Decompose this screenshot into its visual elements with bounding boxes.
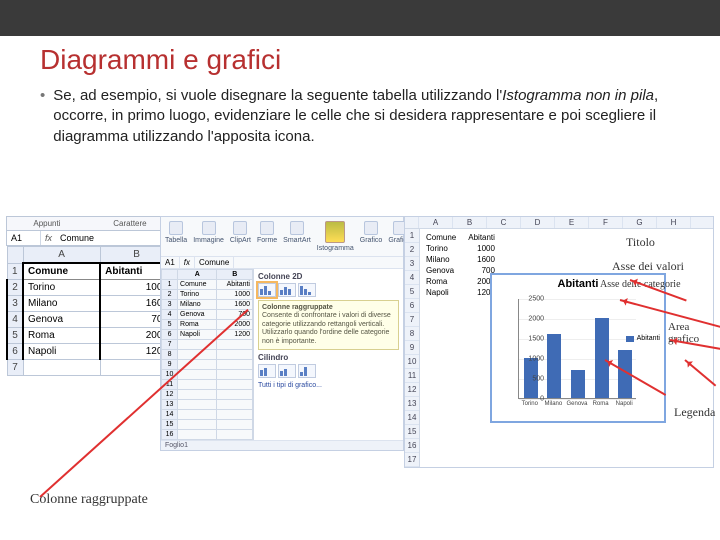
- annotation-asse-valori: Asse dei valori: [612, 259, 684, 274]
- annotation-colonne-raggruppate: Colonne raggruppate: [30, 492, 148, 508]
- thumb-option[interactable]: [278, 364, 296, 378]
- name-box[interactable]: A1: [7, 231, 41, 245]
- formula-bar-small: A1 fx Comune: [161, 257, 403, 269]
- formula-bar: A1 fx Comune: [6, 231, 174, 246]
- chart-icon: [325, 221, 345, 243]
- ribbon-item[interactable]: Immagine: [193, 221, 224, 252]
- arrow-icon: [684, 359, 716, 386]
- all-chart-types-link[interactable]: Tutti i tipi di grafico...: [258, 381, 399, 390]
- tooltip: Colonne raggruppate Consente di confront…: [258, 300, 399, 350]
- ribbon-item[interactable]: Forme: [257, 221, 277, 252]
- ribbon-item[interactable]: Tabella: [165, 221, 187, 252]
- slide-top-band: [0, 0, 720, 36]
- ribbon-item[interactable]: Grafico: [360, 221, 383, 252]
- fx-icon: fx: [180, 257, 195, 268]
- chart-dropdown: Colonne 2D Colonne raggruppate Consente …: [253, 269, 403, 440]
- dropdown-section: Colonne 2D: [258, 272, 399, 281]
- annotation-titolo: Titolo: [626, 235, 655, 250]
- annotation-legenda: Legenda: [674, 405, 715, 420]
- panel-chart-result: ABCDEFGH 1234567891011121314151617 Comun…: [404, 216, 714, 468]
- column-headers: ABCDEFGH: [405, 217, 713, 229]
- formula-value[interactable]: Comune: [56, 231, 98, 245]
- bullet-marker: •: [40, 86, 45, 147]
- dropdown-section: Cilindro: [258, 353, 399, 362]
- ribbon-istogramma[interactable]: Istogramma: [317, 221, 354, 252]
- thumb-option[interactable]: [278, 283, 296, 297]
- row-headers: 1234567891011121314151617: [405, 229, 420, 467]
- ribbon-buttons: Tabella Immagine ClipArt Forme SmartArt …: [161, 217, 403, 257]
- ribbon-group-labels: Appunti Carattere: [6, 216, 174, 231]
- chart-legend: Abitanti: [626, 335, 660, 342]
- plot-area: [518, 299, 636, 399]
- thumb-option[interactable]: [298, 364, 316, 378]
- spreadsheet-table[interactable]: AB 1ComuneAbitanti 2Torino1000 3Milano16…: [6, 246, 174, 376]
- panel-spreadsheet-selection: Appunti Carattere A1 fx Comune AB 1Comun…: [6, 216, 174, 376]
- bullet-text: Se, ad esempio, si vuole disegnare la se…: [53, 86, 680, 147]
- fx-icon: fx: [41, 233, 56, 243]
- sheet-tab[interactable]: Foglio1: [161, 440, 403, 450]
- bullet-item: • Se, ad esempio, si vuole disegnare la …: [40, 86, 680, 147]
- spreadsheet-small[interactable]: AB 1ComuneAbitanti 2Torino1000 3Milano16…: [161, 269, 253, 440]
- chart-thumbnails: [258, 283, 399, 297]
- thumb-option[interactable]: [258, 364, 276, 378]
- slide-title: Diagrammi e grafici: [40, 44, 680, 76]
- panel-insert-ribbon: Tabella Immagine ClipArt Forme SmartArt …: [160, 216, 404, 451]
- chart-object[interactable]: Abitanti Abitanti 05001000150020002500To…: [490, 273, 666, 423]
- thumb-clustered-column[interactable]: [258, 283, 276, 297]
- ribbon-item[interactable]: SmartArt: [283, 221, 311, 252]
- ribbon-item[interactable]: ClipArt: [230, 221, 251, 252]
- thumb-option[interactable]: [298, 283, 316, 297]
